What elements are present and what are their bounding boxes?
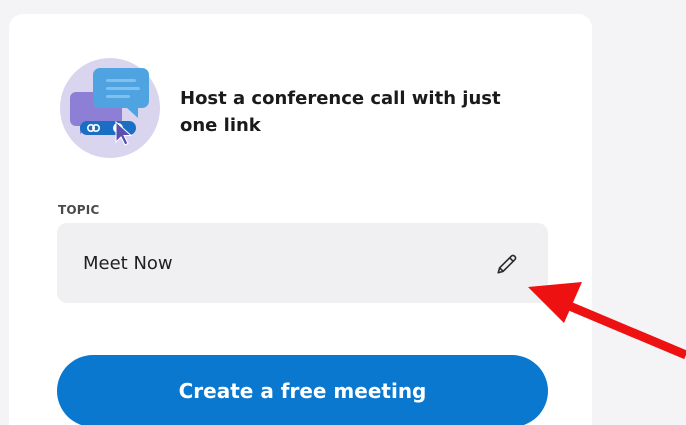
- pencil-icon: [497, 254, 517, 274]
- topic-value: Meet Now: [83, 253, 173, 274]
- edit-topic-button[interactable]: [491, 248, 523, 280]
- create-meeting-button[interactable]: Create a free meeting: [57, 355, 548, 425]
- page: Host a conference call with just one lin…: [0, 0, 686, 425]
- topic-field[interactable]: Meet Now: [57, 223, 548, 303]
- topic-label: TOPIC: [58, 203, 100, 217]
- headline: Host a conference call with just one lin…: [180, 88, 501, 136]
- conference-link-icon: [60, 58, 160, 158]
